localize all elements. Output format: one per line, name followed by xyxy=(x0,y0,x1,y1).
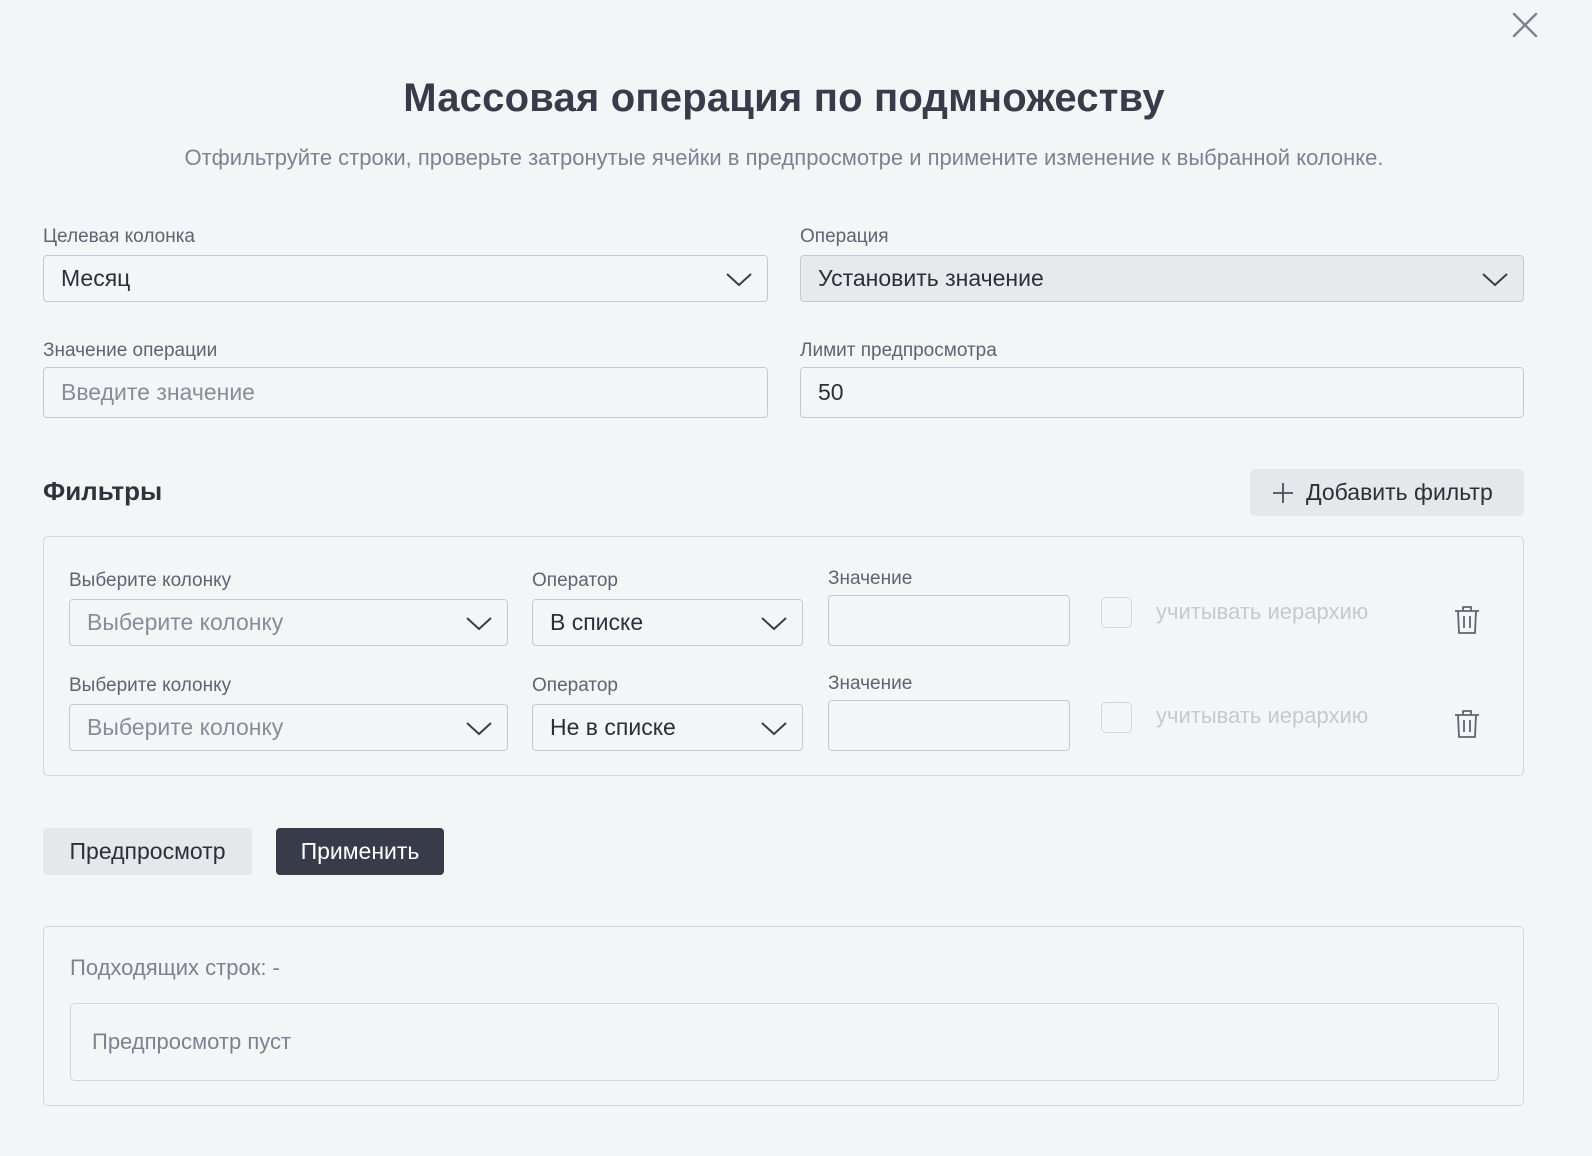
operation-label: Операция xyxy=(800,226,889,247)
trash-icon[interactable] xyxy=(1453,605,1481,635)
filter-column-label: Выберите колонку xyxy=(69,675,232,696)
matching-rows-count: Подходящих строк: - xyxy=(70,955,280,980)
operation-value: Установить значение xyxy=(818,265,1044,291)
operation-select[interactable]: Установить значение xyxy=(800,255,1524,302)
chevron-down-icon xyxy=(466,722,492,736)
apply-button[interactable]: Применить xyxy=(276,828,444,875)
filter-value-input[interactable] xyxy=(828,700,1070,751)
filter-operator-value: В списке xyxy=(550,609,644,635)
filter-operator-value: Не в списке xyxy=(550,714,676,740)
filters-container: Выберите колонку Выберите колонку Операт… xyxy=(43,536,1524,776)
chevron-down-icon xyxy=(466,617,492,631)
preview-result-panel: Подходящих строк: - Предпросмотр пуст xyxy=(43,926,1524,1106)
filters-title: Фильтры xyxy=(43,476,163,506)
filter-operator-label: Оператор xyxy=(532,675,618,696)
hierarchy-label: учитывать иерархию xyxy=(1156,703,1369,728)
filter-value-label: Значение xyxy=(828,673,913,694)
operation-value-label: Значение операции xyxy=(43,340,218,361)
filter-column-select[interactable]: Выберите колонку xyxy=(69,599,508,646)
target-column-value: Месяц xyxy=(61,265,131,291)
filter-column-placeholder: Выберите колонку xyxy=(87,714,284,740)
add-filter-label: Добавить фильтр xyxy=(1306,479,1493,505)
dialog-subtitle: Отфильтруйте строки, проверьте затронуты… xyxy=(184,145,1384,170)
chevron-down-icon xyxy=(761,617,787,631)
hierarchy-label: учитывать иерархию xyxy=(1156,599,1369,624)
hierarchy-checkbox[interactable] xyxy=(1101,597,1132,628)
filter-operator-label: Оператор xyxy=(532,570,618,591)
chevron-down-icon xyxy=(761,722,787,736)
target-column-select[interactable]: Месяц xyxy=(43,255,768,302)
filter-value-input[interactable] xyxy=(828,595,1070,646)
chevron-down-icon xyxy=(726,273,752,287)
hierarchy-checkbox[interactable] xyxy=(1101,702,1132,733)
close-icon xyxy=(1512,12,1538,38)
trash-icon[interactable] xyxy=(1453,709,1481,739)
add-filter-button[interactable]: Добавить фильтр xyxy=(1250,469,1524,516)
dialog-title: Массовая операция по подмножеству xyxy=(403,76,1165,120)
preview-button[interactable]: Предпросмотр xyxy=(43,828,252,875)
preview-limit-label: Лимит предпросмотра xyxy=(800,340,997,361)
filter-operator-select[interactable]: Не в списке xyxy=(532,704,803,751)
target-column-label: Целевая колонка xyxy=(43,226,195,247)
preview-limit-input[interactable]: 50 xyxy=(800,367,1524,418)
filter-column-label: Выберите колонку xyxy=(69,570,232,591)
filter-value-label: Значение xyxy=(828,568,913,589)
chevron-down-icon xyxy=(1482,273,1508,287)
filter-operator-select[interactable]: В списке xyxy=(532,599,803,646)
filter-column-placeholder: Выберите колонку xyxy=(87,609,284,635)
plus-icon xyxy=(1273,482,1293,503)
preview-empty-state: Предпросмотр пуст xyxy=(70,1003,1499,1081)
filter-column-select[interactable]: Выберите колонку xyxy=(69,704,508,751)
close-button[interactable] xyxy=(1510,10,1540,40)
operation-value-input[interactable]: Введите значение xyxy=(43,367,768,418)
